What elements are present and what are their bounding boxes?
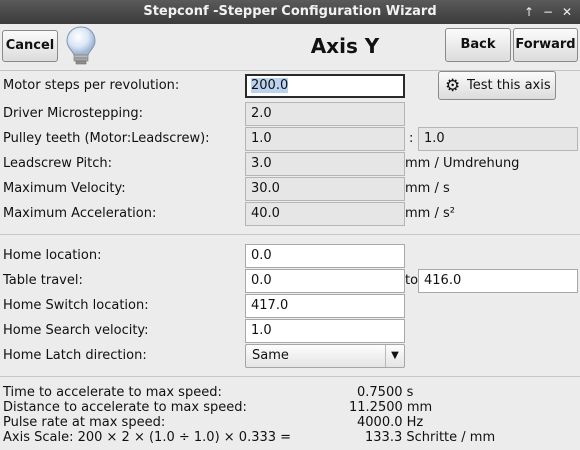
max-acceleration-input[interactable]: 40.0 xyxy=(245,202,405,226)
axis-settings-panel: Motor steps per revolution: 200.0 ⚙ Test… xyxy=(0,71,580,450)
pulley-teeth-label: Pulley teeth (Motor:Leadscrew): xyxy=(3,131,210,146)
home-search-velocity-input[interactable]: 1.0 xyxy=(245,319,405,343)
table-travel-label: Table travel: xyxy=(3,273,83,288)
pulley-separator: : xyxy=(409,131,414,146)
accel-time-value: 0.7500 s xyxy=(357,385,414,400)
table-travel-to-label: to xyxy=(405,273,419,288)
home-latch-label: Home Latch direction: xyxy=(3,348,147,363)
max-acceleration-unit: mm / s² xyxy=(405,206,455,221)
test-axis-label: Test this axis xyxy=(467,78,551,93)
home-switch-label: Home Switch location: xyxy=(3,298,149,313)
home-latch-value: Same xyxy=(252,348,289,363)
leadscrew-pitch-input[interactable]: 3.0 xyxy=(245,152,405,176)
home-location-input[interactable]: 0.0 xyxy=(245,244,405,268)
axis-scale-value: 133.3 Schritte / mm xyxy=(365,430,496,445)
pulse-rate-value: 4000.0 Hz xyxy=(357,415,424,430)
accel-distance-value: 11.2500 mm xyxy=(349,400,433,415)
max-velocity-input[interactable]: 30.0 xyxy=(245,177,405,201)
leadscrew-pitch-label: Leadscrew Pitch: xyxy=(3,156,113,171)
cancel-button[interactable]: Cancel xyxy=(2,30,58,62)
home-location-label: Home location: xyxy=(3,248,102,263)
pulse-rate-label: Pulse rate at max speed: xyxy=(3,415,166,430)
accel-time-label: Time to accelerate to max speed: xyxy=(3,385,222,400)
dropdown-arrow-icon: ▼ xyxy=(385,345,404,367)
axis-scale-label: Axis Scale: 200 × 2 × (1.0 ÷ 1.0) × 0.33… xyxy=(3,430,292,445)
max-acceleration-label: Maximum Acceleration: xyxy=(3,206,157,221)
table-travel-max-input[interactable]: 416.0 xyxy=(418,269,578,293)
forward-button[interactable]: Forward xyxy=(513,28,578,62)
table-travel-min-input[interactable]: 0.0 xyxy=(245,269,405,293)
window-title: Stepconf -Stepper Configuration Wizard xyxy=(143,4,437,19)
max-velocity-unit: mm / s xyxy=(405,181,450,196)
pulley-leadscrew-input[interactable]: 1.0 xyxy=(418,127,578,151)
maximize-icon[interactable]: ↑ xyxy=(520,3,538,21)
section-divider xyxy=(0,234,580,235)
microstepping-input[interactable]: 2.0 xyxy=(245,102,405,126)
steps-per-rev-input[interactable]: 200.0 xyxy=(245,74,405,98)
leadscrew-pitch-unit: mm / Umdrehung xyxy=(405,156,520,171)
page-title: Axis Y xyxy=(310,34,380,58)
accel-distance-label: Distance to accelerate to max speed: xyxy=(3,400,247,415)
window-titlebar: Stepconf -Stepper Configuration Wizard ↑… xyxy=(0,0,580,24)
wizard-header: Cancel Axis Y Back Forward xyxy=(0,24,580,71)
section-divider-2 xyxy=(0,376,580,377)
home-latch-select[interactable]: Same ▼ xyxy=(245,344,405,368)
max-velocity-label: Maximum Velocity: xyxy=(3,181,126,196)
gears-icon: ⚙ xyxy=(445,76,461,96)
steps-per-rev-label: Motor steps per revolution: xyxy=(3,78,180,93)
home-search-velocity-label: Home Search velocity: xyxy=(3,323,149,338)
back-button[interactable]: Back xyxy=(445,28,511,62)
home-switch-input[interactable]: 417.0 xyxy=(245,294,405,318)
microstepping-label: Driver Microstepping: xyxy=(3,106,143,121)
test-axis-button[interactable]: ⚙ Test this axis xyxy=(438,71,556,100)
pulley-motor-input[interactable]: 1.0 xyxy=(245,127,405,151)
lightbulb-icon xyxy=(66,26,96,65)
close-icon[interactable]: ✕ xyxy=(558,3,576,21)
minimize-icon[interactable]: − xyxy=(539,3,557,21)
